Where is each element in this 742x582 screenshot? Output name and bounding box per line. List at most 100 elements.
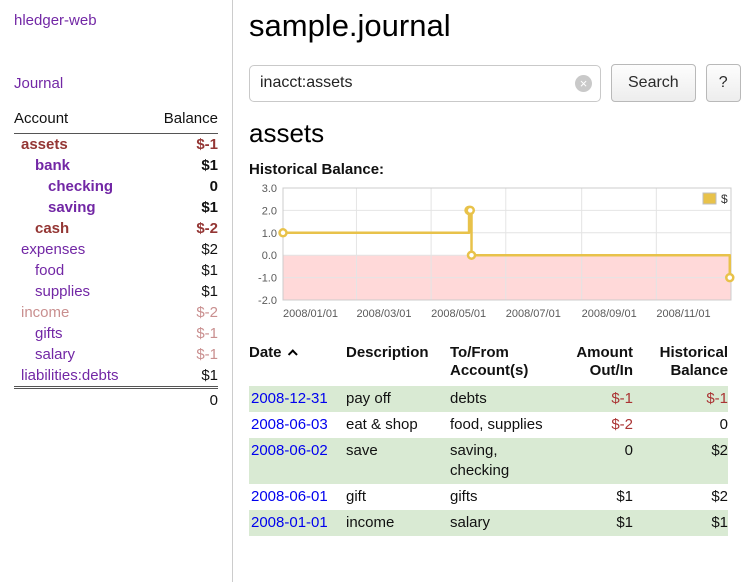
account-name-cell: bank (14, 155, 148, 176)
account-link-salary[interactable]: salary (35, 346, 75, 363)
transaction-date-link[interactable]: 2008-06-02 (251, 442, 328, 459)
account-link-income[interactable]: income (21, 304, 69, 321)
journal-link[interactable]: Journal (14, 75, 218, 92)
transaction-date-link[interactable]: 2008-06-01 (251, 488, 328, 505)
balance-chart-svg: 3.02.01.00.0-1.0-2.02008/01/012008/03/01… (249, 182, 736, 329)
account-name-cell: assets (14, 134, 148, 156)
register-header-row: Date Description To/From Account(s) Amou… (249, 342, 728, 386)
transaction-accounts: debts (450, 386, 554, 412)
account-balance: $-1 (148, 134, 218, 156)
chart-x-tick-label: 2008/11/01 (656, 308, 710, 320)
chart-x-tick-label: 2008/05/01 (431, 308, 486, 320)
chart-x-tick-label: 2008/09/01 (582, 308, 637, 320)
accounts-table-body: assets$-1bank$1checking0saving$1cash$-2e… (14, 134, 218, 388)
account-link-supplies[interactable]: supplies (35, 283, 90, 300)
chart-y-tick-label: 0.0 (262, 250, 277, 262)
account-name-cell: income (14, 302, 148, 323)
transaction-date-cell: 2008-12-31 (249, 386, 346, 412)
chart-y-tick-label: 2.0 (262, 205, 277, 217)
account-link-saving[interactable]: saving (48, 199, 96, 216)
transaction-balance: $1 (633, 510, 728, 536)
register-row: 2008-06-01giftgifts$1$2 (249, 484, 728, 510)
account-balance: $-2 (148, 302, 218, 323)
account-name-cell: saving (14, 197, 148, 218)
account-balance: $-2 (148, 218, 218, 239)
transaction-description: gift (346, 484, 450, 510)
account-row: cash $-2 (14, 218, 218, 239)
transaction-balance: $-1 (633, 386, 728, 412)
account-link-gifts[interactable]: gifts (35, 325, 63, 342)
transaction-description: eat & shop (346, 412, 450, 438)
account-row: gifts $-1 (14, 323, 218, 344)
register-header-description: Description (346, 342, 450, 386)
register-header-date-label: Date (249, 344, 282, 361)
search-button[interactable]: Search (611, 64, 696, 102)
accounts-total-row: 0 (14, 388, 218, 412)
account-link-bank[interactable]: bank (35, 157, 70, 174)
transaction-amount: $-2 (554, 412, 633, 438)
accounts-total-balance: 0 (148, 388, 218, 412)
account-name-cell: expenses (14, 239, 148, 260)
register-row: 2008-06-02 savesaving, checking0$2 (249, 438, 728, 484)
chart-data-point (280, 229, 287, 236)
account-balance: $2 (148, 239, 218, 260)
account-row: assets $-1 (14, 134, 218, 156)
chart-data-point (467, 207, 474, 214)
transaction-date-link[interactable]: 2008-06-03 (251, 416, 328, 433)
transaction-date-cell: 2008-01-01 (249, 510, 346, 536)
account-balance: $1 (148, 281, 218, 302)
account-name-cell: gifts (14, 323, 148, 344)
help-button[interactable]: ? (706, 64, 741, 102)
accounts-table: Account Balance assets $-1 bank $1 checking 0… (14, 108, 218, 411)
transaction-date-cell: 2008-06-02 (249, 438, 346, 484)
register-table-body: 2008-12-31pay offdebts$-1$-12008-06-03ea… (249, 386, 728, 536)
account-link-liabilities-debts[interactable]: liabilities:debts (21, 367, 119, 384)
account-name-cell: food (14, 260, 148, 281)
account-link-food[interactable]: food (35, 262, 64, 279)
transaction-balance: $2 (633, 438, 728, 484)
register-row: 2008-01-01incomesalary$1$1 (249, 510, 728, 536)
account-link-assets[interactable]: assets (21, 136, 68, 153)
chart-legend-label: $ (721, 192, 728, 206)
account-link-checking[interactable]: checking (48, 178, 113, 195)
accounts-total-spacer (14, 388, 148, 412)
search-box: × (249, 65, 601, 102)
account-name-cell: checking (14, 176, 148, 197)
account-balance: $-1 (148, 344, 218, 365)
app-title-link[interactable]: hledger-web (14, 12, 218, 29)
sidebar: hledger-web Journal Account Balance asse… (0, 0, 233, 582)
account-row: saving$1 (14, 197, 218, 218)
transaction-date-link[interactable]: 2008-01-01 (251, 514, 328, 531)
transaction-amount: $-1 (554, 386, 633, 412)
chart-legend-swatch (703, 193, 716, 204)
transaction-date-link[interactable]: 2008-12-31 (251, 390, 328, 407)
account-link-cash[interactable]: cash (35, 220, 69, 237)
chart-y-tick-label: 3.0 (262, 183, 277, 195)
account-row: income $-2 (14, 302, 218, 323)
transaction-description: pay off (346, 386, 450, 412)
account-balance: $1 (148, 155, 218, 176)
transaction-accounts: saving, checking (450, 438, 554, 484)
account-heading: assets (249, 118, 741, 149)
account-name-cell: salary (14, 344, 148, 365)
chart-x-tick-label: 2008/01/01 (283, 308, 338, 320)
search-input[interactable] (249, 65, 601, 102)
transaction-amount: $1 (554, 510, 633, 536)
transaction-date-cell: 2008-06-03 (249, 412, 346, 438)
chart-data-point (726, 274, 733, 281)
chart-y-tick-label: -2.0 (258, 295, 277, 307)
account-name-cell: liabilities:debts (14, 365, 148, 388)
transaction-amount: 0 (554, 438, 633, 484)
account-link-expenses[interactable]: expenses (21, 241, 85, 258)
transaction-balance: 0 (633, 412, 728, 438)
transaction-accounts: food, supplies (450, 412, 554, 438)
transaction-description: save (346, 438, 450, 484)
accounts-header-balance: Balance (148, 108, 218, 134)
clear-search-icon[interactable]: × (575, 75, 592, 92)
account-balance: $-1 (148, 323, 218, 344)
accounts-header-account: Account (14, 108, 148, 134)
app: hledger-web Journal Account Balance asse… (0, 0, 742, 582)
account-balance: $1 (148, 260, 218, 281)
register-header-date[interactable]: Date (249, 342, 346, 386)
transaction-amount: $1 (554, 484, 633, 510)
